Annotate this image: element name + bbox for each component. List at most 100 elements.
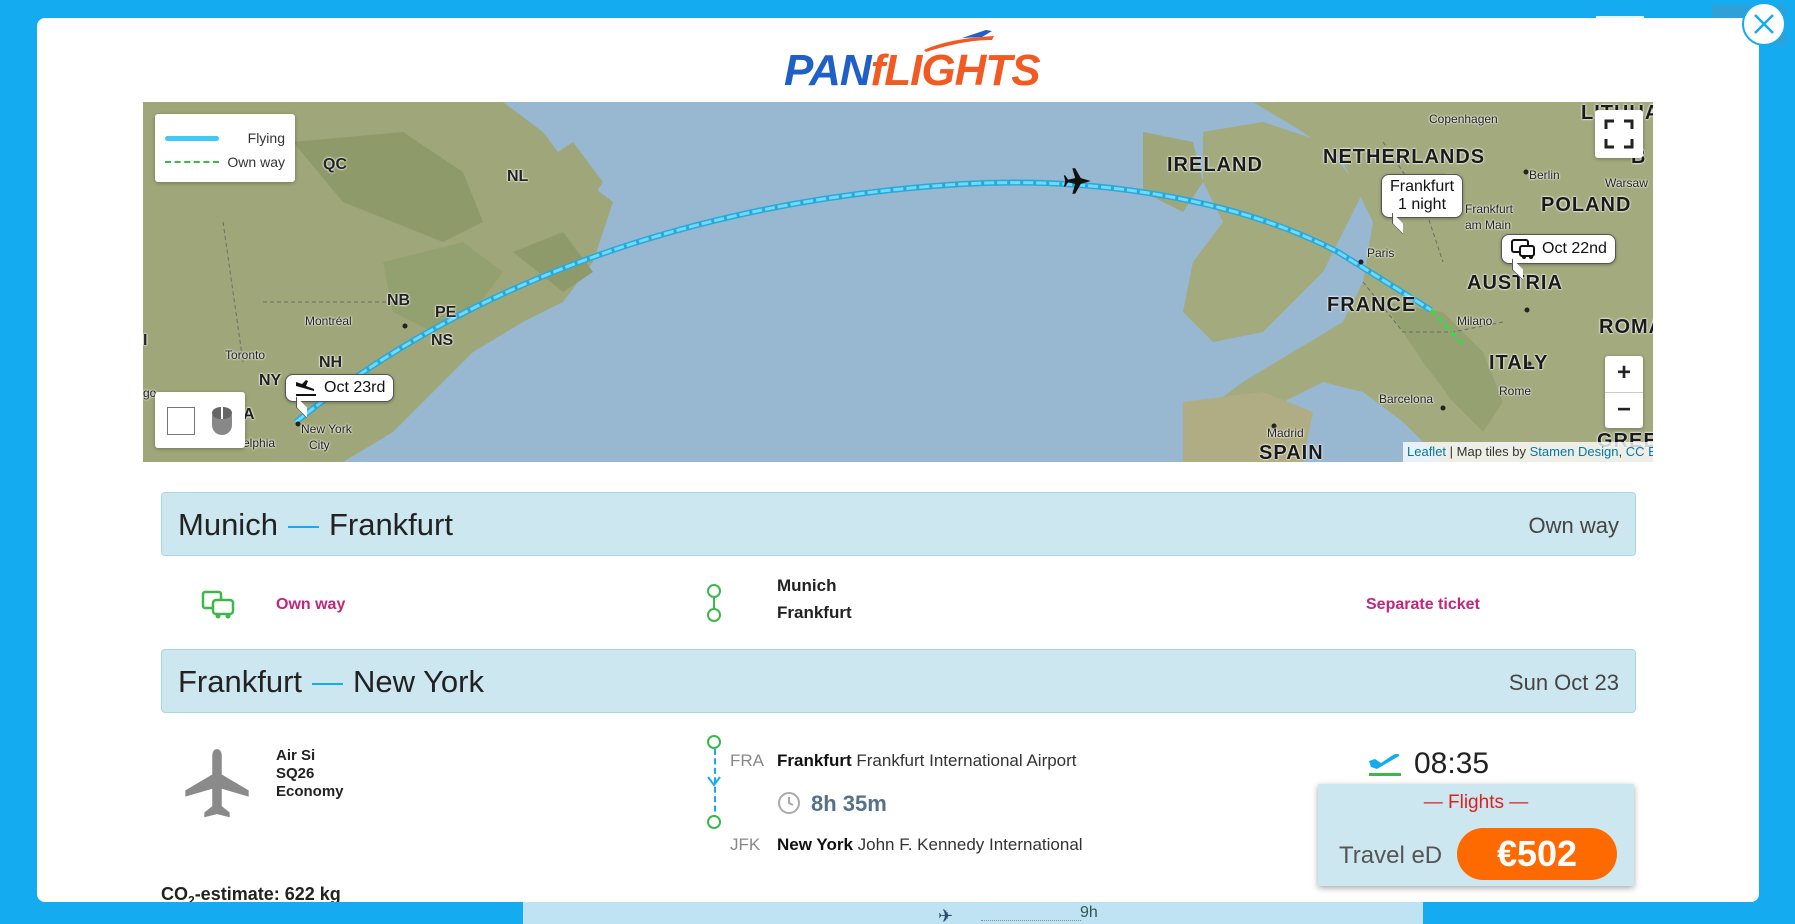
route-map[interactable]: QC NL NB PE NS NH NY A go I Montréal Tor… <box>143 102 1653 462</box>
callout-city: Frankfurt <box>1390 178 1455 195</box>
map-label-city: City <box>309 438 330 452</box>
logo-text-flights: fLIGHTS <box>870 46 1041 95</box>
map-label-netherlands: NETHERLANDS <box>1323 146 1486 168</box>
map-label-i: I <box>143 332 148 349</box>
scroll-zoom-checkbox[interactable] <box>167 407 195 435</box>
flight-duration: 8h 35m <box>811 791 887 816</box>
zoom-out-button[interactable]: − <box>1605 392 1643 428</box>
map-label-france: FRANCE <box>1327 294 1417 316</box>
own-way-row: Own way Munich Frankfurt Separate ticket <box>161 568 1636 646</box>
leaflet-link[interactable]: Leaflet <box>1407 444 1446 459</box>
map-label-pe: PE <box>435 304 457 321</box>
map-label-philadelphia: elphia <box>243 436 276 450</box>
callout-oct22: Oct 22nd <box>1542 240 1607 258</box>
own-way-to-city: Frankfurt <box>777 603 852 622</box>
map-legend: Flying Own way <box>155 114 295 182</box>
airplane-icon <box>185 749 249 818</box>
plane-icon <box>1063 168 1091 194</box>
map-label-warsaw: Warsaw <box>1605 176 1648 190</box>
map-label-berlin: Berlin <box>1529 168 1560 182</box>
legend-flying-label: Flying <box>247 130 285 146</box>
scroll-zoom-toggle <box>155 392 245 448</box>
cc-by-link[interactable]: CC BY <box>1626 444 1653 459</box>
segment-to: Frankfurt <box>328 507 453 542</box>
zoom-control: + − <box>1605 356 1643 428</box>
car-bus-icon <box>1511 239 1535 259</box>
arrival-node <box>707 815 721 829</box>
departure-node <box>707 735 721 749</box>
departure-date-callout[interactable]: Oct 22nd <box>1501 234 1616 264</box>
zoom-in-button[interactable]: + <box>1605 356 1643 392</box>
co2-estimate: CO2-estimate: 622 kg <box>161 884 341 902</box>
fullscreen-icon <box>1604 119 1634 149</box>
airline-name: Air Si <box>276 747 316 764</box>
departure-code: FRA <box>730 751 764 770</box>
legend-own-way-line <box>165 161 219 163</box>
close-icon <box>1754 14 1774 34</box>
panflights-logo: PANfLIGHTS <box>784 26 1041 96</box>
map-label-italy: ITALY <box>1489 352 1549 374</box>
background-result-row: ✈ 9h <box>523 900 1423 924</box>
map-label-austria: AUSTRIA <box>1467 272 1563 294</box>
segment-date: Sun Oct 23 <box>1508 670 1619 695</box>
mouse-icon <box>212 407 232 435</box>
fullscreen-button[interactable] <box>1595 110 1643 158</box>
close-button[interactable] <box>1742 2 1786 46</box>
own-way-label: Own way <box>276 596 346 613</box>
stamen-link[interactable]: Stamen Design <box>1530 444 1619 459</box>
arrival-code: JFK <box>730 835 761 854</box>
map-label-ireland: IRELAND <box>1167 154 1263 176</box>
map-label-ns: NS <box>431 332 454 349</box>
map-label-poland: POLAND <box>1541 194 1632 216</box>
car-bus-icon <box>201 590 235 619</box>
logo-text-pan: PAN <box>784 46 872 95</box>
legend-flying-line <box>165 136 219 141</box>
separate-ticket-label: Separate ticket <box>1366 596 1480 613</box>
map-label-copenhagen: Copenhagen <box>1429 112 1498 126</box>
map-label-frankfurt-am-main-1: Frankfurt <box>1465 202 1514 216</box>
chevron-down-icon <box>707 776 721 787</box>
map-label-milano: Milano <box>1457 314 1493 328</box>
segment-to: New York <box>353 664 484 699</box>
route-node-start <box>707 584 721 598</box>
trip-details-modal: PANfLIGHTS QC NL NB PE NS NH NY A go I M… <box>37 18 1759 902</box>
own-way-from-city: Munich <box>777 576 837 595</box>
map-label-nl: NL <box>507 168 529 185</box>
background-dotted-line <box>981 920 1081 921</box>
map-label-new-york: New York <box>301 422 352 436</box>
map-label-paris: Paris <box>1367 246 1395 260</box>
segment-type: Own way <box>1528 513 1619 538</box>
map-label-qc: QC <box>323 156 347 173</box>
map-label-montreal: Montréal <box>305 314 352 328</box>
map-label-nh: NH <box>319 354 343 371</box>
map-label-nb: NB <box>387 292 411 309</box>
departure-airport: Frankfurt Frankfurt International Airpor… <box>777 751 1077 770</box>
price-panel: — Flights — Travel eD €502 <box>1318 784 1634 886</box>
departure-time: 08:35 <box>1414 747 1490 780</box>
segment-from: Frankfurt <box>178 664 303 699</box>
map-label-frankfurt-am-main-2: am Main <box>1465 218 1512 232</box>
frankfurt-stopover-callout[interactable]: Frankfurt 1 night <box>1381 174 1464 218</box>
plane-icon: ✈ <box>938 906 954 924</box>
arrival-date-callout[interactable]: Oct 23rd <box>285 374 395 402</box>
travel-provider: Travel eD <box>1339 842 1443 869</box>
callout-nights: 1 night <box>1397 196 1447 213</box>
segment-header-frankfurt-newyork: Frankfurt — New York Sun Oct 23 <box>161 649 1636 713</box>
book-price-button[interactable]: €502 <box>1457 828 1617 880</box>
plane-landing-icon <box>296 380 316 396</box>
clock-icon <box>778 792 800 814</box>
map-label-barcelona: Barcelona <box>1379 392 1434 406</box>
arrival-airport: New York John F. Kennedy International <box>777 835 1083 854</box>
cabin-class: Economy <box>276 783 344 800</box>
segment-header-munich-frankfurt: Munich — Frankfurt Own way <box>161 492 1636 556</box>
callout-oct23: Oct 23rd <box>324 379 386 397</box>
route-node-end <box>707 608 721 622</box>
takeoff-icon <box>1369 753 1401 776</box>
flight-number: SQ26 <box>276 765 315 782</box>
map-label-spain: SPAIN <box>1259 442 1324 462</box>
map-label-ny: NY <box>259 372 282 389</box>
background-duration: 9h <box>1080 904 1098 921</box>
map-label-toronto: Toronto <box>225 348 266 362</box>
map-label-madrid: Madrid <box>1267 426 1304 440</box>
legend-own-way-label: Own way <box>227 154 285 170</box>
